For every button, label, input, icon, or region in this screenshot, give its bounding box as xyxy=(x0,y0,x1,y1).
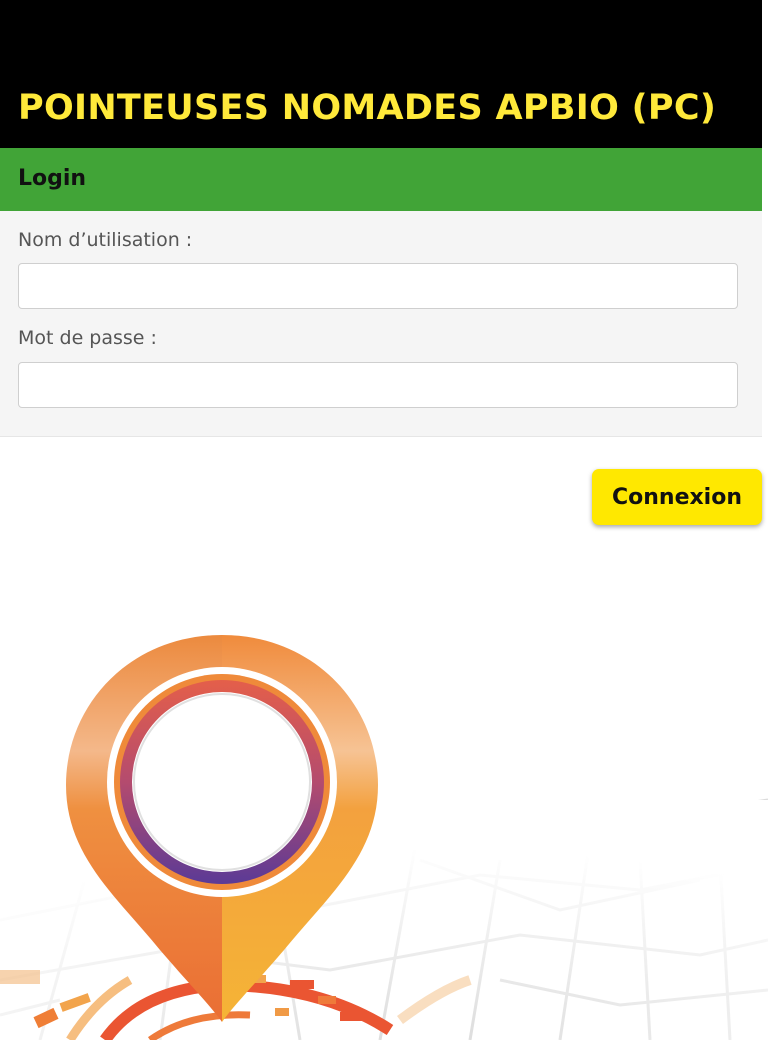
password-label: Mot de passe : xyxy=(18,327,157,349)
username-label: Nom d’utilisation : xyxy=(18,229,193,251)
login-title: Login xyxy=(18,166,87,191)
connexion-button[interactable]: Connexion xyxy=(592,469,762,525)
login-section-header xyxy=(0,148,762,211)
username-input[interactable] xyxy=(18,263,738,309)
password-input[interactable] xyxy=(18,362,738,408)
location-map-illustration xyxy=(0,635,768,1040)
app-title: POINTEUSES NOMADES APBIO (PC) xyxy=(18,88,717,128)
